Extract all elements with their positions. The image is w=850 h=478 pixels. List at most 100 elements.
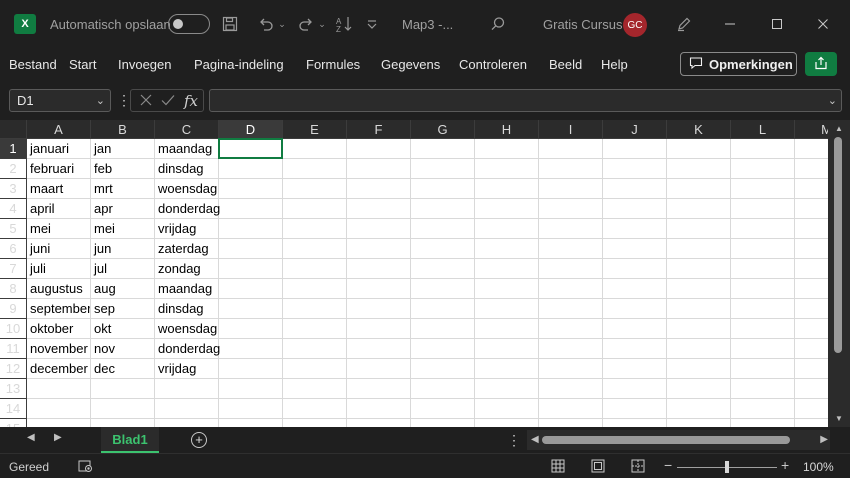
share-button[interactable]	[805, 52, 837, 76]
sheet-tab-blad1[interactable]: Blad1	[101, 427, 159, 453]
cell-b11[interactable]: nov	[91, 339, 155, 359]
scroll-down-icon[interactable]: ▼	[835, 414, 843, 423]
row-header-14[interactable]: 14	[0, 399, 27, 419]
save-icon[interactable]	[220, 14, 240, 34]
cell-b1[interactable]: jan	[91, 139, 155, 159]
cell-c8[interactable]: maandag	[155, 279, 283, 299]
active-cell-d1[interactable]	[218, 138, 283, 159]
name-box[interactable]: D1 ⌄	[9, 89, 111, 112]
vertical-scrollbar[interactable]: ▲ ▼	[828, 120, 850, 427]
more-options-icon[interactable]: ⋮	[507, 432, 521, 449]
chevron-down-icon[interactable]: ⌄	[96, 94, 105, 107]
column-header-j[interactable]: J	[603, 120, 667, 139]
cell-a11[interactable]: november	[27, 339, 91, 359]
cell-a9[interactable]: september	[27, 299, 91, 319]
prev-sheet-icon[interactable]: ◀	[27, 432, 35, 443]
pen-icon[interactable]	[674, 14, 694, 34]
row-header-1[interactable]: 1	[0, 139, 27, 159]
tab-bestand[interactable]: Bestand	[9, 57, 57, 72]
autosave-toggle[interactable]	[168, 14, 210, 34]
avatar[interactable]: GC	[623, 13, 647, 37]
scroll-up-icon[interactable]: ▲	[835, 124, 843, 133]
cell-b10[interactable]: okt	[91, 319, 155, 339]
cell-b2[interactable]: feb	[91, 159, 155, 179]
cell-c2[interactable]: dinsdag	[155, 159, 283, 179]
cell-a7[interactable]: juli	[27, 259, 91, 279]
tab-start[interactable]: Start	[69, 57, 96, 72]
row-header-9[interactable]: 9	[0, 299, 27, 319]
zoom-in-icon[interactable]: +	[781, 457, 789, 473]
column-header-f[interactable]: F	[347, 120, 411, 139]
tab-formules[interactable]: Formules	[306, 57, 360, 72]
scroll-right-icon[interactable]: ▶	[820, 434, 828, 445]
cell-b6[interactable]: jun	[91, 239, 155, 259]
cell-a2[interactable]: februari	[27, 159, 91, 179]
column-header-h[interactable]: H	[475, 120, 539, 139]
cell-c5[interactable]: vrijdag	[155, 219, 283, 239]
expand-formula-icon[interactable]: ⌄	[828, 94, 837, 107]
undo-icon[interactable]	[256, 14, 276, 34]
column-header-a[interactable]: A	[27, 120, 91, 139]
next-sheet-icon[interactable]: ▶	[54, 432, 62, 443]
cell-a5[interactable]: mei	[27, 219, 91, 239]
customize-icon[interactable]	[364, 14, 380, 34]
column-header-e[interactable]: E	[283, 120, 347, 139]
scroll-left-icon[interactable]: ◀	[531, 434, 539, 445]
formula-input[interactable]: ⌄	[209, 89, 842, 112]
page-layout-view-icon[interactable]	[591, 459, 605, 476]
redo-dropdown-icon[interactable]: ⌄	[317, 14, 327, 34]
row-header-13[interactable]: 13	[0, 379, 27, 399]
normal-view-icon[interactable]	[551, 459, 565, 476]
search-icon[interactable]	[488, 14, 508, 34]
maximize-icon[interactable]	[767, 14, 787, 34]
cell-c12[interactable]: vrijdag	[155, 359, 283, 379]
cell-c6[interactable]: zaterdag	[155, 239, 283, 259]
row-header-2[interactable]: 2	[0, 159, 27, 179]
undo-dropdown-icon[interactable]: ⌄	[277, 14, 287, 34]
cell-a1[interactable]: januari	[27, 139, 91, 159]
macro-record-icon[interactable]	[78, 459, 93, 476]
column-header-d[interactable]: D	[219, 120, 283, 139]
confirm-icon[interactable]	[160, 92, 176, 112]
row-header-3[interactable]: 3	[0, 179, 27, 199]
row-header-10[interactable]: 10	[0, 319, 27, 339]
row-header-8[interactable]: 8	[0, 279, 27, 299]
row-header-7[interactable]: 7	[0, 259, 27, 279]
column-header-g[interactable]: G	[411, 120, 475, 139]
more-options-icon[interactable]: ⋮	[117, 92, 131, 109]
cell-c3[interactable]: woensdag	[155, 179, 283, 199]
document-title[interactable]: Map3 -...	[402, 0, 453, 48]
cancel-icon[interactable]	[138, 92, 154, 112]
row-header-5[interactable]: 5	[0, 219, 27, 239]
tab-invoegen[interactable]: Invoegen	[118, 57, 172, 72]
zoom-level[interactable]: 100%	[803, 460, 834, 474]
cell-b9[interactable]: sep	[91, 299, 155, 319]
zoom-slider-thumb[interactable]	[725, 461, 729, 473]
insert-function-icon[interactable]: fx	[184, 92, 198, 110]
cell-b8[interactable]: aug	[91, 279, 155, 299]
cell-a6[interactable]: juni	[27, 239, 91, 259]
horizontal-scroll-thumb[interactable]	[542, 436, 790, 444]
cell-a12[interactable]: december	[27, 359, 91, 379]
tab-help[interactable]: Help	[601, 57, 628, 72]
comments-button[interactable]: Opmerkingen	[680, 52, 797, 76]
cell-a3[interactable]: maart	[27, 179, 91, 199]
row-header-15[interactable]: 15	[0, 419, 27, 427]
vertical-scroll-thumb[interactable]	[834, 137, 842, 353]
cell-b5[interactable]: mei	[91, 219, 155, 239]
cell-b12[interactable]: dec	[91, 359, 155, 379]
cell-c11[interactable]: donderdag	[155, 339, 283, 359]
column-header-c[interactable]: C	[155, 120, 219, 139]
page-break-view-icon[interactable]	[631, 459, 645, 476]
tab-gegevens[interactable]: Gegevens	[381, 57, 440, 72]
cell-c7[interactable]: zondag	[155, 259, 283, 279]
cell-c9[interactable]: dinsdag	[155, 299, 283, 319]
row-header-11[interactable]: 11	[0, 339, 27, 359]
redo-icon[interactable]	[296, 14, 316, 34]
cell-a8[interactable]: augustus	[27, 279, 91, 299]
cell-c10[interactable]: woensdag	[155, 319, 283, 339]
cells[interactable]: januari jan maandag februari feb dinsdag maart…	[27, 138, 850, 427]
column-header-i[interactable]: I	[539, 120, 603, 139]
cell-b7[interactable]: jul	[91, 259, 155, 279]
column-header-k[interactable]: K	[667, 120, 731, 139]
